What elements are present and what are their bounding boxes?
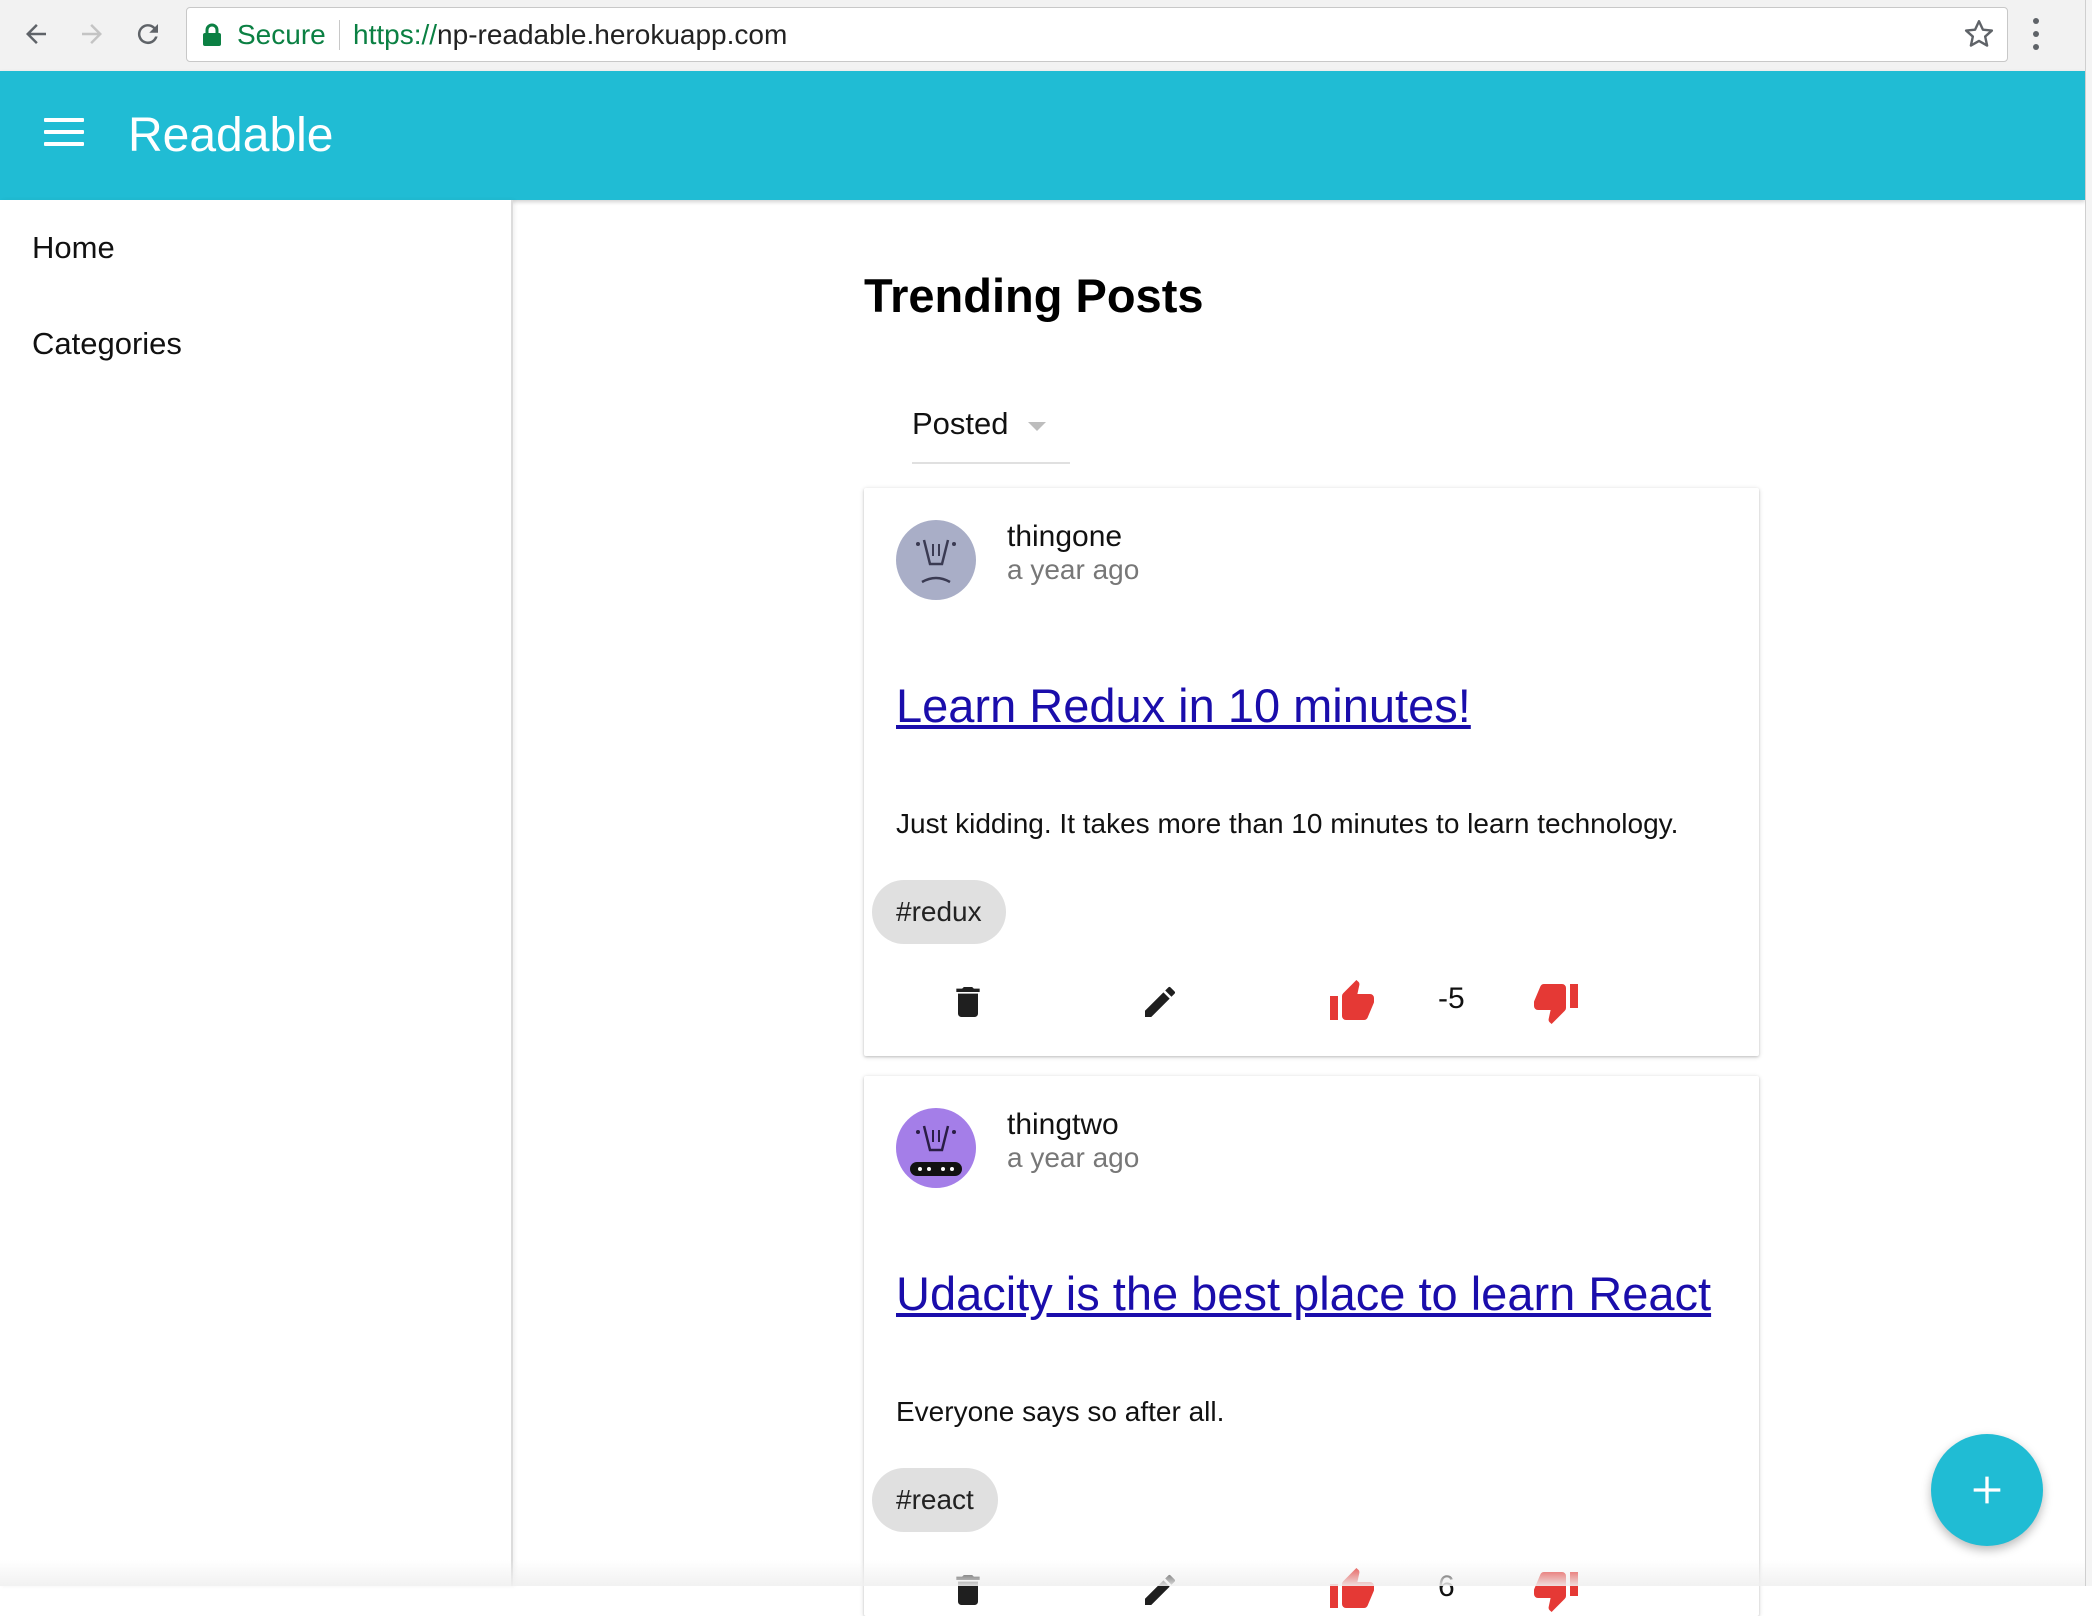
plus-icon (1973, 1476, 2001, 1504)
post-card: thingone a year ago Learn Redux in 10 mi… (864, 488, 1759, 1056)
secure-label: Secure (237, 19, 326, 50)
thumbs-down-icon (1534, 984, 1578, 1024)
sidebar-item-categories[interactable]: Categories (32, 326, 182, 362)
upvote-button[interactable] (1328, 978, 1376, 1026)
reload-icon (137, 24, 158, 45)
post-title-link[interactable]: Learn Redux in 10 minutes! (896, 678, 1471, 733)
post-title-link[interactable]: Udacity is the best place to learn React (896, 1266, 1711, 1321)
add-post-button[interactable] (1931, 1434, 2043, 1546)
post-body: Everyone says so after all. (896, 1396, 1225, 1427)
app-bar: Readable (0, 71, 2085, 200)
menu-dots-icon[interactable] (2030, 16, 2042, 52)
reload-button[interactable] (126, 12, 170, 56)
post-time: a year ago (1007, 1142, 1140, 1173)
post-time: a year ago (1007, 554, 1140, 585)
tag-chip[interactable]: #redux (872, 880, 1006, 944)
address-bar[interactable]: Secure https://np-readable.herokuapp.com (186, 7, 2008, 62)
tag-chip[interactable]: #react (872, 1468, 998, 1532)
downvote-button[interactable] (1532, 978, 1580, 1026)
sort-select-value: Posted (912, 406, 1009, 441)
lock-icon (203, 23, 221, 46)
back-button[interactable] (14, 12, 58, 56)
back-arrow-icon (26, 24, 46, 44)
avatar (896, 1108, 976, 1188)
delete-button[interactable] (944, 978, 992, 1026)
address-divider (339, 20, 340, 50)
url-host: np-readable.herokuapp.com (437, 19, 788, 50)
forward-button[interactable] (70, 12, 114, 56)
vote-score: -5 (1438, 982, 1465, 1015)
hamburger-menu-icon[interactable] (44, 118, 84, 152)
app-title: Readable (128, 109, 334, 162)
page-title: Trending Posts (864, 269, 1204, 322)
post-author: thingone (1007, 520, 1123, 553)
post-author: thingtwo (1007, 1108, 1119, 1141)
star-icon[interactable] (1961, 16, 1997, 52)
post-card: thingtwo a year ago Udacity is the best … (864, 1076, 1759, 1616)
avatar (896, 520, 976, 600)
sidebar-item-home[interactable]: Home (32, 230, 115, 266)
edit-button[interactable] (1136, 978, 1184, 1026)
url-scheme: https:// (353, 19, 438, 50)
post-body: Just kidding. It takes more than 10 minu… (896, 808, 1679, 839)
url-text[interactable]: https://np-readable.herokuapp.com (353, 8, 787, 61)
pencil-icon (1145, 986, 1175, 1017)
forward-arrow-icon (82, 24, 102, 44)
trash-icon (956, 987, 980, 1017)
sidebar: Home Categories (0, 200, 513, 1586)
window-right-edge (2085, 0, 2092, 1586)
sort-select[interactable]: Posted (912, 396, 1070, 464)
chevron-down-icon (1028, 422, 1046, 431)
thumbs-up-icon (1330, 980, 1374, 1020)
window-bottom-edge (0, 1560, 2085, 1586)
browser-toolbar: Secure https://np-readable.herokuapp.com (0, 0, 2085, 72)
